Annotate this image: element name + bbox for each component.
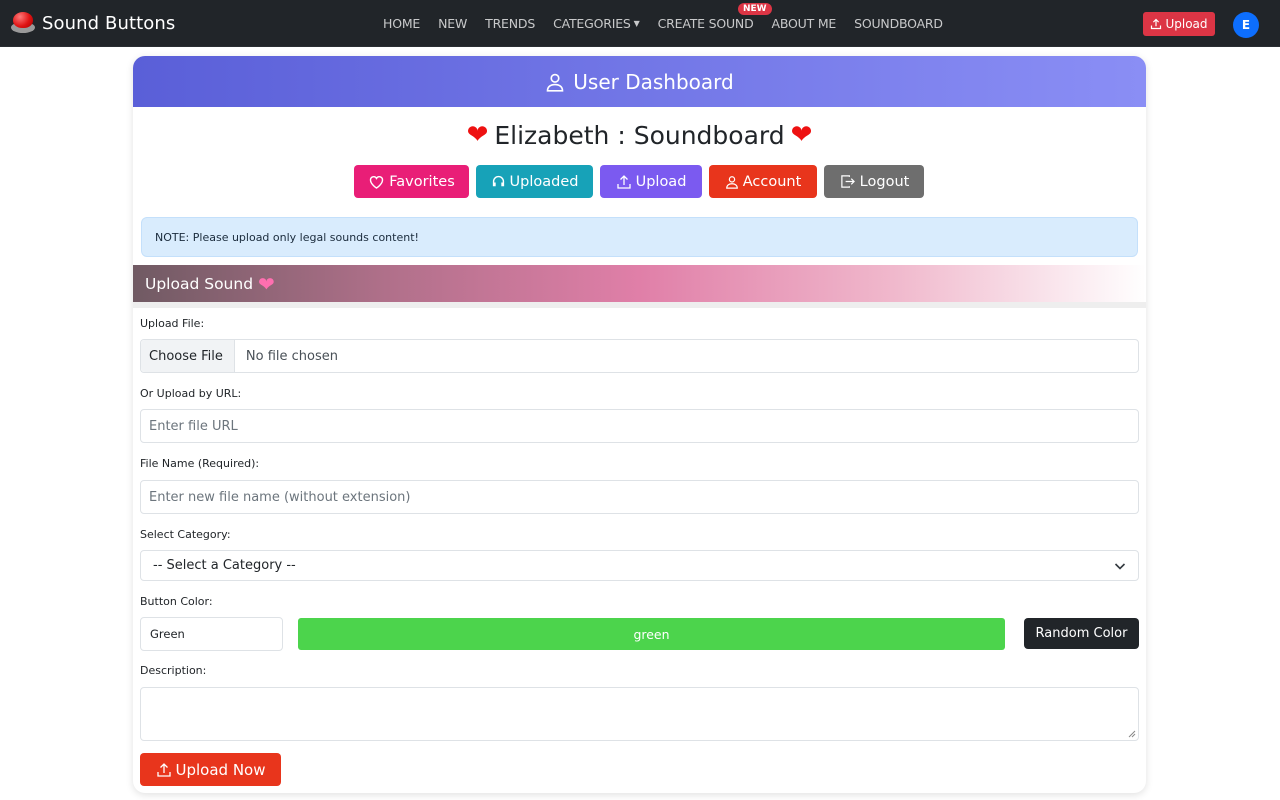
user-icon — [546, 73, 564, 92]
file-name-input[interactable]: Enter new file name (without extension) — [140, 480, 1139, 514]
nav-upload-label: Upload — [1165, 17, 1208, 31]
new-badge: NEW — [738, 3, 772, 15]
resize-handle-icon[interactable] — [1128, 730, 1136, 738]
nav-categories[interactable]: CATEGORIES ▼ — [553, 16, 640, 31]
uploaded-button[interactable]: Uploaded — [476, 165, 593, 198]
account-label: Account — [742, 173, 802, 190]
upload-section-title: Upload Sound — [145, 274, 254, 293]
nav-categories-label: CATEGORIES — [553, 16, 631, 31]
logout-button[interactable]: Logout — [824, 165, 924, 198]
favorites-button[interactable]: Favorites — [354, 165, 469, 198]
file-label: Upload File: — [140, 317, 205, 330]
upload-icon — [1151, 18, 1162, 30]
dashboard-card: User Dashboard ❤ Elizabeth : Soundboard … — [133, 56, 1146, 793]
favorites-label: Favorites — [389, 173, 455, 190]
legal-note: NOTE: Please upload only legal sounds co… — [141, 217, 1138, 257]
upload-now-label: Upload Now — [175, 760, 266, 779]
dashboard-header: User Dashboard — [133, 56, 1146, 107]
heart-icon: ❤ — [790, 120, 813, 150]
upload-now-button[interactable]: Upload Now — [140, 753, 281, 786]
brand-name: Sound Buttons — [42, 12, 176, 34]
heart-icon: ❤ — [258, 271, 275, 296]
section-divider — [133, 302, 1146, 308]
upload-icon — [616, 174, 631, 189]
random-color-button[interactable]: Random Color — [1024, 618, 1139, 649]
account-button[interactable]: Account — [709, 165, 817, 198]
heart-icon: ❤ — [466, 120, 489, 150]
page-title: ❤ Elizabeth : Soundboard ❤ — [133, 120, 1146, 150]
red-button-logo-icon — [10, 11, 36, 35]
page-title-text: Elizabeth : Soundboard — [494, 120, 785, 150]
nav-about-me[interactable]: ABOUT ME — [772, 16, 837, 31]
category-select[interactable]: -- Select a Category -- — [140, 550, 1139, 581]
logout-label: Logout — [859, 173, 910, 190]
file-name-label: File Name (Required): — [140, 457, 260, 470]
button-color-input[interactable]: Green — [140, 617, 283, 651]
category-label: Select Category: — [140, 528, 231, 541]
dashboard-header-title: User Dashboard — [573, 69, 734, 94]
navbar: Sound Buttons HOME NEW TRENDS CATEGORIES… — [0, 0, 1280, 47]
upload-icon — [156, 762, 171, 777]
nav-trends[interactable]: TRENDS — [485, 16, 535, 31]
dashboard-buttons: Favorites Uploaded Upload Account Logout — [354, 165, 931, 198]
logout-icon — [840, 175, 855, 188]
user-icon — [725, 175, 738, 189]
description-label: Description: — [140, 664, 207, 677]
upload-label: Upload — [635, 173, 687, 190]
file-status: No file chosen — [245, 348, 338, 364]
uploaded-label: Uploaded — [509, 173, 579, 190]
upload-button[interactable]: Upload — [600, 165, 702, 198]
url-input[interactable]: Enter file URL — [140, 409, 1139, 443]
nav-upload-button[interactable]: Upload — [1143, 12, 1215, 36]
choose-file-button[interactable]: Choose File — [141, 340, 235, 372]
caret-down-icon: ▼ — [633, 19, 640, 28]
headphones-icon — [492, 175, 504, 187]
nav-home[interactable]: HOME — [383, 16, 420, 31]
heart-outline-icon — [370, 175, 384, 189]
category-select-value: -- Select a Category -- — [153, 558, 296, 573]
file-input[interactable]: Choose File No file chosen — [140, 339, 1139, 373]
upload-section-header: Upload Sound ❤ — [133, 265, 1146, 302]
description-textarea[interactable] — [140, 687, 1139, 741]
main-nav: HOME NEW TRENDS CATEGORIES ▼ CREATE SOUND… — [383, 0, 961, 47]
url-label: Or Upload by URL: — [140, 387, 242, 400]
brand-link[interactable]: Sound Buttons — [10, 11, 175, 35]
button-color-label: Button Color: — [140, 595, 213, 608]
nav-create-sound[interactable]: CREATE SOUND — [658, 16, 754, 31]
user-avatar[interactable]: E — [1233, 12, 1259, 38]
nav-new[interactable]: NEW — [438, 16, 467, 31]
button-color-preview: green — [298, 618, 1005, 650]
chevron-down-icon — [1114, 563, 1126, 570]
nav-soundboard[interactable]: SOUNDBOARD — [854, 16, 943, 31]
